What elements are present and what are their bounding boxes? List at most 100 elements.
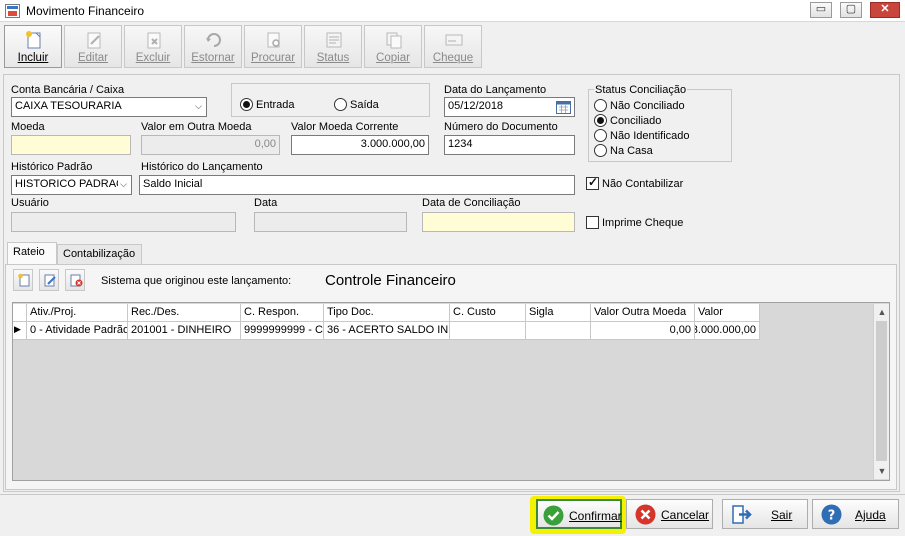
imprime-cheque-label: Imprime Cheque	[602, 216, 684, 229]
historico-lancamento-input[interactable]: Saldo Inicial	[139, 175, 575, 195]
column-header[interactable]: Valor	[695, 304, 760, 322]
table-cell[interactable]: 201001 - DINHEIRO	[128, 322, 241, 340]
current-row-icon: ▶	[13, 322, 27, 340]
historico-padrao-select[interactable]: HISTORICO PADRAC ⌵	[11, 175, 132, 195]
table-cell[interactable]: 9999999999 - C.	[241, 322, 324, 340]
data-label: Data	[254, 197, 278, 209]
sair-button[interactable]: Sair	[722, 499, 808, 529]
procurar-label: Procurar	[250, 52, 296, 64]
table-cell[interactable]	[526, 322, 591, 340]
tab-contabilizacao[interactable]: Contabilização	[57, 244, 142, 264]
radio-unselected-icon	[594, 129, 607, 142]
exit-icon	[732, 505, 752, 524]
scroll-thumb[interactable]	[876, 321, 887, 461]
entrada-label: Entrada	[256, 98, 295, 111]
status-na-casa-radio[interactable]: Na Casa	[594, 144, 653, 157]
excluir-button[interactable]: Excluir	[124, 25, 182, 68]
data-lancamento-value: 05/12/2018	[448, 100, 504, 112]
confirmar-button[interactable]: Confirmar	[536, 499, 622, 529]
copiar-button[interactable]: Copiar	[364, 25, 422, 68]
usuario-input[interactable]	[11, 212, 236, 232]
cancelar-label: Cancelar	[661, 508, 710, 522]
status-option-label: Não Conciliado	[610, 99, 685, 112]
origem-label: Sistema que originou este lançamento:	[101, 275, 292, 287]
cancelar-button[interactable]: Cancelar	[626, 499, 713, 529]
valor-outra-moeda-label: Valor em Outra Moeda	[141, 121, 252, 133]
column-header[interactable]: Valor Outra Moeda	[591, 304, 695, 322]
column-header[interactable]: C. Respon.	[241, 304, 324, 322]
status-conciliado-radio[interactable]: Conciliado	[594, 114, 661, 127]
checkbox-unchecked-icon	[586, 216, 599, 229]
status-title: Status Conciliação	[594, 84, 688, 96]
column-header[interactable]: Sigla	[526, 304, 591, 322]
radio-unselected-icon	[594, 144, 607, 157]
data-input[interactable]	[254, 212, 407, 232]
entrada-radio[interactable]: Entrada	[240, 98, 295, 111]
table-cell[interactable]	[450, 322, 526, 340]
window-title: Movimento Financeiro	[26, 4, 145, 18]
ajuda-button[interactable]: ? Ajuda	[812, 499, 899, 529]
app-icon	[5, 4, 20, 18]
checkmark-icon	[543, 505, 564, 526]
column-header[interactable]: Tipo Doc.	[324, 304, 450, 322]
conta-label: Conta Bancária / Caixa	[11, 84, 125, 96]
column-header[interactable]: Ativ./Proj.	[27, 304, 128, 322]
tab-rateio[interactable]: Rateio	[7, 242, 57, 264]
close-button[interactable]: ✕	[870, 2, 900, 18]
new-document-icon	[18, 273, 30, 287]
conta-select[interactable]: CAIXA TESOURARIA ⌵	[11, 97, 207, 117]
conta-value: CAIXA TESOURARIA	[15, 100, 122, 112]
scroll-down-icon[interactable]: ▼	[874, 463, 890, 479]
moeda-label: Moeda	[11, 121, 45, 133]
incluir-label: Incluir	[17, 52, 49, 64]
table-cell[interactable]: 36 - ACERTO SALDO INIC	[324, 322, 450, 340]
status-nao-identificado-radio[interactable]: Não Identificado	[594, 129, 690, 142]
incluir-button[interactable]: Incluir	[4, 25, 62, 68]
minimize-button[interactable]: ▭	[810, 2, 832, 18]
copiar-label: Copiar	[376, 52, 410, 64]
cheque-button[interactable]: Cheque	[424, 25, 482, 68]
historico-padrao-value: HISTORICO PADRAC	[15, 178, 124, 190]
calendar-icon[interactable]	[556, 100, 571, 114]
valor-moeda-corrente-input[interactable]: 3.000.000,00	[291, 135, 429, 155]
status-icon	[326, 32, 342, 48]
status-nao-conciliado-radio[interactable]: Não Conciliado	[594, 99, 685, 112]
scroll-up-icon[interactable]: ▲	[874, 304, 890, 320]
moeda-input[interactable]	[11, 135, 131, 155]
numero-documento-input[interactable]: 1234	[444, 135, 575, 155]
estornar-button[interactable]: Estornar	[184, 25, 242, 68]
delete-rateio-button[interactable]	[65, 269, 85, 291]
edit-document-icon	[44, 274, 56, 287]
nao-contabilizar-label: Não Contabilizar	[602, 177, 684, 190]
data-conciliacao-input[interactable]	[422, 212, 575, 232]
cheque-icon	[445, 34, 463, 46]
sair-label: Sair	[771, 508, 793, 522]
status-button[interactable]: Status	[304, 25, 362, 68]
estornar-label: Estornar	[191, 52, 235, 64]
imprime-cheque-checkbox[interactable]: Imprime Cheque	[586, 216, 683, 229]
edit-rateio-button[interactable]	[39, 269, 59, 291]
new-document-icon	[26, 31, 41, 49]
copy-icon	[386, 32, 402, 49]
data-lancamento-input[interactable]: 05/12/2018	[444, 97, 575, 117]
procurar-button[interactable]: Procurar	[244, 25, 302, 68]
radio-selected-icon	[594, 114, 607, 127]
valor-moeda-corrente-label: Valor Moeda Corrente	[291, 121, 399, 133]
status-option-label: Na Casa	[610, 144, 653, 157]
table-cell[interactable]: 0 - Atividade Padrão	[27, 322, 128, 340]
column-header[interactable]: C. Custo	[450, 304, 526, 322]
table-cell[interactable]: 3.000.000,00	[695, 322, 760, 340]
valor-outra-moeda-input[interactable]: 0,00	[141, 135, 280, 155]
maximize-button[interactable]: ▢	[840, 2, 862, 18]
grid-scrollbar[interactable]: ▲ ▼	[873, 304, 889, 479]
data-lancamento-label: Data do Lançamento	[444, 84, 547, 96]
saida-radio[interactable]: Saída	[334, 98, 379, 111]
nao-contabilizar-checkbox[interactable]: Não Contabilizar	[586, 175, 684, 190]
column-header[interactable]: Rec./Des.	[128, 304, 241, 322]
table-cell[interactable]: 0,00	[591, 322, 695, 340]
chevron-down-icon: ⌵	[118, 179, 127, 190]
delete-document-icon	[70, 274, 83, 287]
add-rateio-button[interactable]	[13, 269, 33, 291]
historico-lancamento-label: Histórico do Lançamento	[141, 161, 263, 173]
editar-button[interactable]: Editar	[64, 25, 122, 68]
